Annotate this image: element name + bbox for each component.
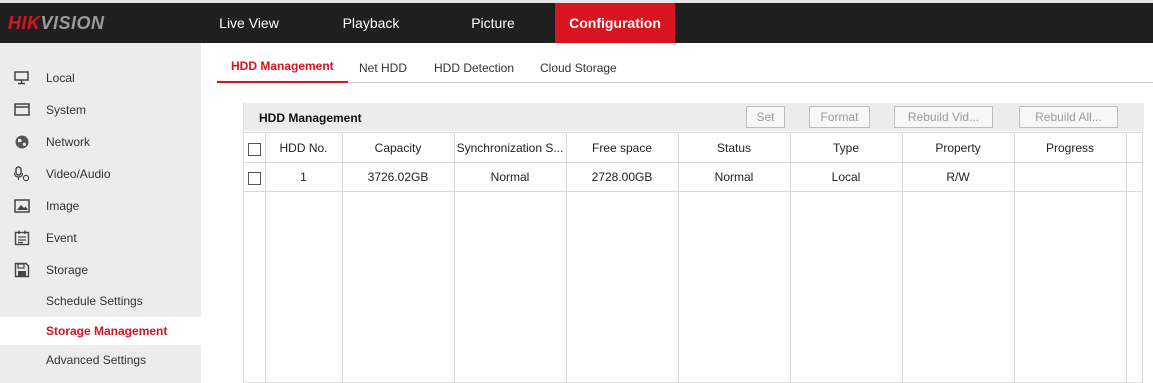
nav-live-view[interactable]: Live View (205, 3, 293, 43)
sidebar-item-label: System (46, 103, 87, 117)
sidebar-item-event[interactable]: Event (0, 223, 201, 253)
sidebar-item-label: Local (46, 71, 75, 85)
image-icon (13, 198, 31, 214)
column-header-free-space[interactable]: Free space (566, 141, 678, 155)
sidebar-subitem-label: Advanced Settings (46, 353, 147, 367)
table-column-divider (243, 132, 244, 383)
cell-synchronization-status: Normal (490, 170, 530, 184)
table-header-top-line (243, 132, 1143, 133)
tab-bar: HDD Management Net HDD HDD Detection Clo… (217, 43, 1153, 83)
sidebar-item-system[interactable]: System (0, 95, 201, 125)
cell-free-space: 2728.00GB (591, 170, 653, 184)
monitor-icon (13, 70, 31, 86)
sidebar-item-local[interactable]: Local (0, 63, 201, 93)
table-column-divider (1126, 132, 1127, 383)
column-header-type[interactable]: Type (790, 141, 902, 155)
set-button[interactable]: Set (746, 106, 785, 128)
sidebar-subitem-label: Schedule Settings (46, 294, 143, 308)
row-select-checkbox[interactable] (248, 172, 261, 185)
top-navigation-bar: HIKVISION Live View Playback Picture Con… (0, 0, 1153, 43)
format-button[interactable]: Format (809, 106, 870, 128)
sidebar: Local System Network Video/Audio Image E… (0, 43, 201, 383)
table-row-divider (243, 191, 1143, 192)
column-header-status[interactable]: Status (678, 141, 790, 155)
logo-part-vision: VISION (40, 13, 105, 33)
microphone-icon (13, 166, 31, 182)
sidebar-item-video-audio[interactable]: Video/Audio (0, 159, 201, 189)
nav-playback[interactable]: Playback (327, 3, 415, 43)
cell-property: R/W (946, 170, 970, 184)
sidebar-subitem-storage-management[interactable]: Storage Management (0, 317, 201, 345)
tab-cloud-storage[interactable]: Cloud Storage (540, 43, 617, 82)
panel-title: HDD Management (259, 111, 362, 125)
select-all-checkbox[interactable] (248, 143, 261, 156)
sidebar-subitem-schedule-settings[interactable]: Schedule Settings (0, 287, 201, 315)
tab-hdd-management[interactable]: HDD Management (217, 43, 348, 83)
cell-status: Normal (714, 170, 754, 184)
sidebar-item-label: Video/Audio (46, 167, 111, 181)
column-header-property[interactable]: Property (902, 141, 1014, 155)
sidebar-item-image[interactable]: Image (0, 191, 201, 221)
nav-picture[interactable]: Picture (450, 3, 536, 43)
cell-hdd-no: 1 (300, 170, 307, 184)
nav-configuration[interactable]: Configuration (555, 3, 675, 43)
sidebar-item-label: Storage (46, 263, 89, 277)
sidebar-subitem-label: Storage Management (46, 324, 168, 338)
sidebar-subitem-advanced-settings[interactable]: Advanced Settings (0, 346, 201, 374)
column-header-capacity[interactable]: Capacity (342, 141, 454, 155)
table-column-divider (1142, 132, 1143, 383)
panel-header: HDD Management Set Format Rebuild Vid...… (244, 103, 1144, 131)
globe-icon (13, 134, 31, 150)
sidebar-item-label: Network (46, 135, 91, 149)
tab-net-hdd[interactable]: Net HDD (359, 43, 407, 82)
logo-part-hik: HIK (8, 13, 41, 33)
tab-hdd-detection[interactable]: HDD Detection (434, 43, 514, 82)
calendar-icon (13, 230, 31, 246)
table-header-bottom-line (243, 162, 1143, 163)
sidebar-item-network[interactable]: Network (0, 127, 201, 157)
cell-capacity: 3726.02GB (367, 170, 429, 184)
sidebar-item-label: Image (46, 199, 80, 213)
hikvision-logo: HIKVISION (8, 13, 105, 34)
rebuild-all-button[interactable]: Rebuild All... (1019, 106, 1118, 128)
column-header-synchronization-status[interactable]: Synchronization S... (454, 141, 566, 155)
cell-type: Local (831, 170, 861, 184)
column-header-progress[interactable]: Progress (1014, 141, 1126, 155)
table-column-divider (1014, 132, 1015, 383)
floppy-disk-icon (13, 262, 31, 278)
column-header-hdd-no[interactable]: HDD No. (265, 141, 342, 155)
system-window-icon (13, 102, 31, 118)
sidebar-item-storage[interactable]: Storage (0, 255, 201, 285)
sidebar-item-label: Event (46, 231, 77, 245)
rebuild-video-button[interactable]: Rebuild Vid... (894, 106, 993, 128)
